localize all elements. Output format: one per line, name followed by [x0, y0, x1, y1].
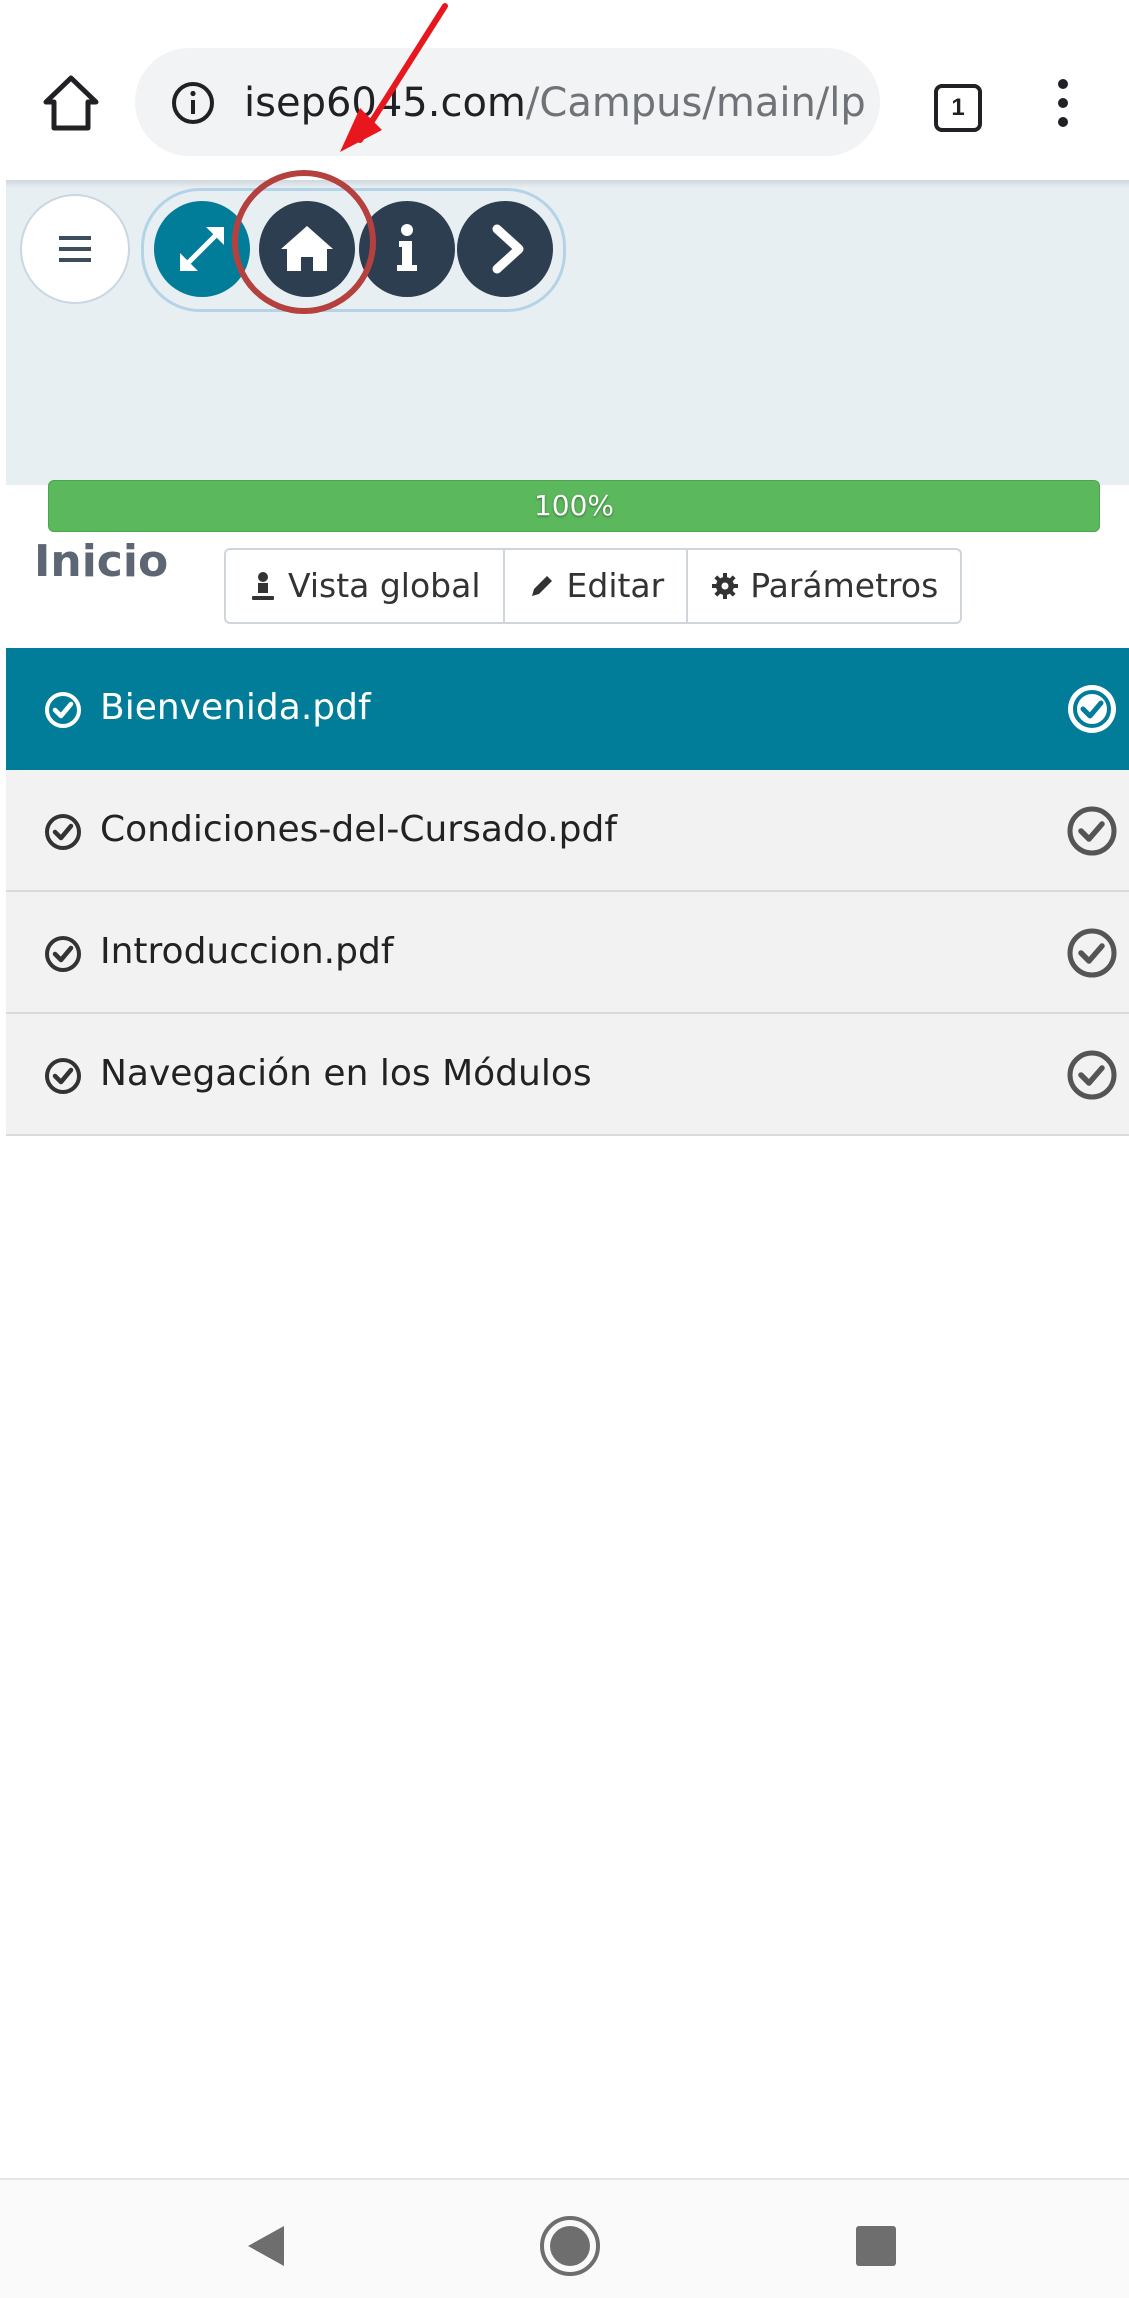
recent-apps-icon[interactable] [856, 2226, 896, 2266]
list-item-label: Condiciones-del-Cursado.pdf [100, 809, 617, 850]
lesson-list: Bienvenida.pdf Condiciones-del-Cursado.p… [6, 648, 1129, 1136]
gear-icon [712, 573, 739, 599]
progress-label: 100% [533, 489, 615, 522]
edit-label: Editar [566, 566, 665, 605]
info-button[interactable] [359, 201, 455, 297]
settings-button[interactable]: Parámetros [686, 550, 960, 622]
action-button-group: Vista global Editar Parámetros [224, 548, 963, 624]
annotation-arrow [340, 3, 448, 152]
check-circle-icon [45, 936, 81, 972]
menu-dots-icon[interactable] [1048, 72, 1078, 134]
url-path: /Campus/main/lp [525, 80, 866, 126]
home-icon[interactable] [40, 72, 102, 134]
menu-button[interactable] [20, 194, 130, 304]
completed-check-icon [1067, 1050, 1117, 1100]
next-icon [492, 224, 524, 274]
edit-button[interactable]: Editar [502, 550, 687, 622]
next-button[interactable] [457, 201, 553, 297]
completed-check-icon [1067, 806, 1117, 856]
menu-icon [59, 236, 91, 262]
check-circle-icon [45, 814, 81, 850]
back-icon[interactable] [244, 2222, 286, 2270]
fullscreen-icon [180, 227, 224, 271]
pencil-icon [531, 576, 552, 596]
nav-button-group [141, 188, 566, 312]
check-circle-icon [45, 692, 81, 728]
completed-check-icon [1067, 928, 1117, 978]
list-item[interactable]: Bienvenida.pdf [6, 648, 1129, 770]
info-icon [397, 224, 417, 271]
progress-bar: 100% [48, 480, 1100, 532]
completed-check-icon [1068, 685, 1116, 733]
list-item-label: Introduccion.pdf [100, 931, 394, 972]
tabs-button[interactable]: 1 [934, 84, 982, 132]
home-button[interactable] [259, 201, 355, 297]
overview-button[interactable]: Vista global [226, 550, 503, 622]
toolbar-panel: 100% Vista global Editar Parámetros [6, 180, 1129, 624]
fullscreen-button[interactable] [154, 201, 250, 297]
settings-label: Parámetros [750, 566, 939, 605]
browser-bar: isep6045.com/Campus/main/lp 1 [0, 0, 1129, 180]
list-item-label: Navegación en los Módulos [100, 1053, 592, 1094]
section-title: Inicio [34, 536, 169, 587]
list-item[interactable]: Navegación en los Módulos [6, 1014, 1129, 1136]
list-item-label: Bienvenida.pdf [100, 687, 371, 728]
info-icon[interactable] [170, 80, 216, 126]
user-icon [252, 572, 274, 600]
panel-shadow [6, 180, 1129, 188]
system-home-icon[interactable] [538, 2214, 602, 2278]
check-circle-icon [45, 1058, 81, 1094]
list-item[interactable]: Condiciones-del-Cursado.pdf [6, 770, 1129, 892]
system-nav-bar [0, 2178, 1129, 2298]
home-icon [281, 226, 333, 271]
overview-label: Vista global [288, 566, 481, 605]
list-item[interactable]: Introduccion.pdf [6, 892, 1129, 1014]
